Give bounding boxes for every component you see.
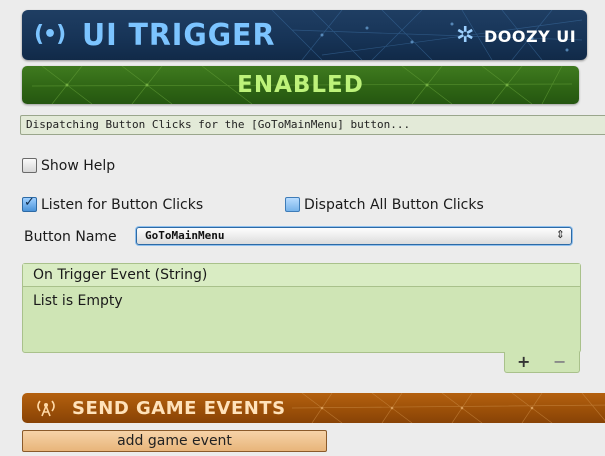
antenna-icon	[34, 397, 58, 421]
event-panel-header: On Trigger Event (String)	[23, 264, 580, 287]
button-name-dropdown[interactable]: GoToMainMenu ⇕	[136, 227, 572, 245]
broadcast-icon: (•)	[34, 22, 66, 47]
enabled-status-label: ENABLED	[237, 72, 364, 98]
send-game-events-title: SEND GAME EVENTS	[72, 398, 286, 419]
remove-listener-button[interactable]: −	[553, 352, 566, 371]
add-game-event-button[interactable]: add game event	[22, 430, 327, 452]
button-name-value: GoToMainMenu	[145, 229, 225, 242]
listen-button-clicks-label: Listen for Button Clicks	[41, 196, 204, 213]
checked-checkbox-icon[interactable]	[22, 195, 37, 212]
button-name-label: Button Name	[24, 229, 117, 245]
checkbox-icon[interactable]	[285, 197, 300, 212]
checkbox-icon[interactable]	[22, 158, 37, 173]
add-listener-button[interactable]: +	[517, 352, 530, 371]
header-title: UI TRIGGER	[82, 18, 276, 53]
doozy-logo-icon: ✲	[456, 23, 475, 48]
component-header: (•) UI TRIGGER ✲ DOOZY UI	[22, 10, 587, 60]
listen-button-clicks-checkbox[interactable]: Listen for Button Clicks	[22, 194, 203, 213]
on-trigger-event-panel: On Trigger Event (String) List is Empty	[22, 263, 581, 353]
show-help-label: Show Help	[41, 157, 116, 174]
dispatch-all-button-clicks-label: Dispatch All Button Clicks	[304, 196, 484, 213]
enabled-toggle-bar[interactable]: ENABLED	[22, 66, 579, 104]
dispatch-status-box: Dispatching Button Clicks for the [GoToM…	[20, 115, 605, 135]
dropdown-arrows-icon: ⇕	[555, 228, 565, 241]
dispatch-status-text: Dispatching Button Clicks for the [GoToM…	[26, 118, 411, 131]
event-list-empty-text: List is Empty	[33, 293, 123, 309]
brand-label: DOOZY UI	[484, 27, 577, 46]
show-help-checkbox[interactable]: Show Help	[22, 155, 115, 174]
send-game-events-bar[interactable]: SEND GAME EVENTS	[22, 393, 605, 423]
event-list-footer: + −	[504, 352, 580, 373]
dispatch-all-button-clicks-checkbox[interactable]: Dispatch All Button Clicks	[285, 194, 484, 213]
event-panel-title: On Trigger Event (String)	[33, 267, 208, 283]
